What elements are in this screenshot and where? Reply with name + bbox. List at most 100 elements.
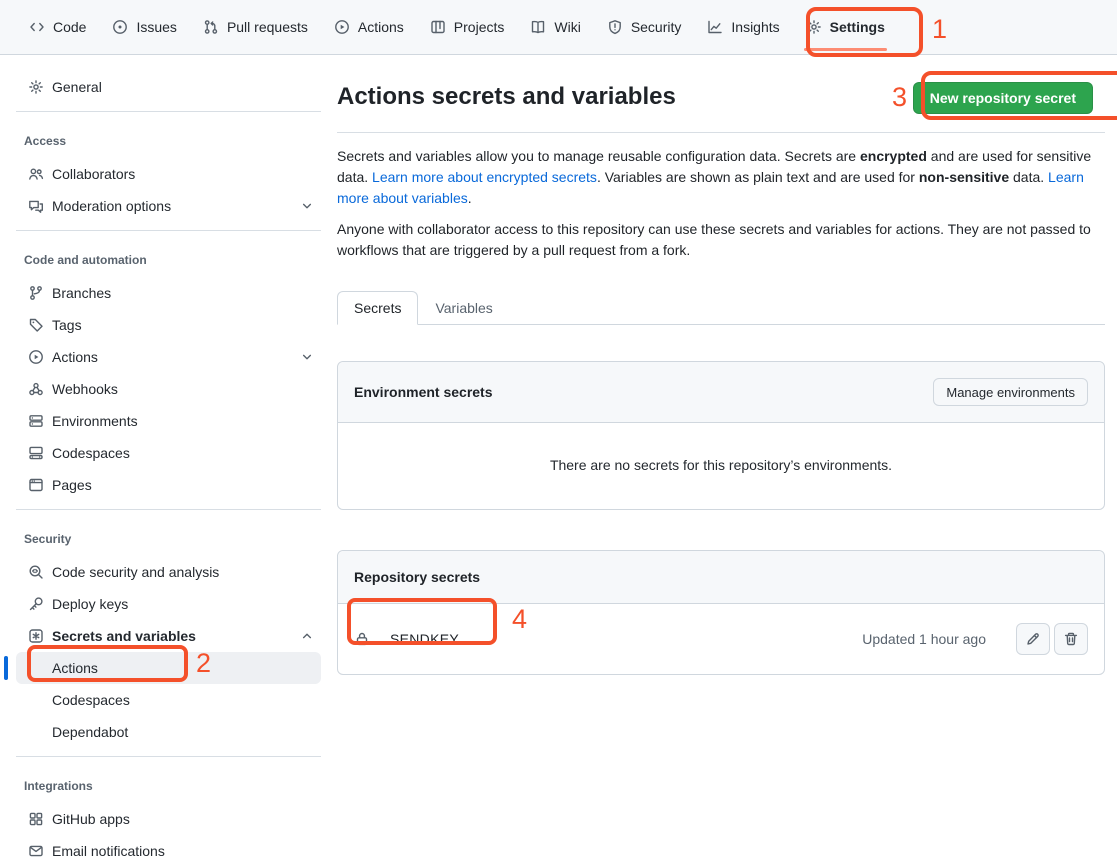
tab-actions[interactable]: Actions [326, 0, 412, 54]
sidebar-item-label: Environments [52, 413, 138, 429]
sidebar-item-label: General [52, 79, 102, 95]
intro-text: data. [1009, 169, 1048, 185]
pencil-icon [1025, 631, 1041, 647]
intro-text: . Variables are shown as plain text and … [597, 169, 919, 185]
intro-text: . [468, 190, 472, 206]
page-title: Actions secrets and variables [337, 82, 676, 112]
intro-bold-encrypted: encrypted [860, 148, 927, 164]
sidebar-item-secrets-dependabot[interactable]: Dependabot [16, 716, 321, 748]
tab-security-label: Security [631, 19, 682, 35]
sidebar-item-label: Tags [52, 317, 82, 333]
apps-grid-icon [28, 811, 44, 827]
lock-icon [354, 631, 370, 647]
sidebar-item-pages[interactable]: Pages [16, 469, 321, 501]
tab-secrets[interactable]: Secrets [337, 291, 418, 325]
secret-updated-timestamp: Updated 1 hour ago [862, 631, 986, 647]
sidebar-item-github-apps[interactable]: GitHub apps [16, 803, 321, 835]
book-icon [530, 19, 546, 35]
tab-settings[interactable]: Settings [798, 0, 893, 54]
sidebar-item-secrets-actions[interactable]: Actions [16, 652, 321, 684]
tab-insights-label: Insights [731, 19, 779, 35]
sidebar-item-environments[interactable]: Environments [16, 405, 321, 437]
sidebar-item-deploy-keys[interactable]: Deploy keys [16, 588, 321, 620]
sidebar-item-code-security[interactable]: Code security and analysis [16, 556, 321, 588]
sidebar-divider [16, 230, 321, 231]
tab-projects[interactable]: Projects [422, 0, 513, 54]
intro-paragraph-2: Anyone with collaborator access to this … [337, 219, 1105, 261]
tab-pull-requests-label: Pull requests [227, 19, 308, 35]
tab-pull-requests[interactable]: Pull requests [195, 0, 316, 54]
people-icon [28, 166, 44, 182]
sidebar-item-tags[interactable]: Tags [16, 309, 321, 341]
secrets-variables-tabnav: Secrets Variables [337, 291, 1105, 325]
discussion-icon [28, 198, 44, 214]
sidebar-item-label: GitHub apps [52, 811, 130, 827]
sidebar-divider [16, 756, 321, 757]
sidebar-item-label: Deploy keys [52, 596, 128, 612]
sidebar-divider [16, 111, 321, 112]
learn-more-encrypted-secrets-link[interactable]: Learn more about encrypted secrets [372, 169, 597, 185]
settings-sidebar: General Access Collaborators Moderation … [0, 55, 337, 867]
server-icon [28, 413, 44, 429]
tab-security[interactable]: Security [599, 0, 690, 54]
sidebar-item-branches[interactable]: Branches [16, 277, 321, 309]
secret-name: SENDKEY [390, 631, 459, 647]
shield-icon [607, 19, 623, 35]
new-repository-secret-button[interactable]: New repository secret [913, 82, 1093, 114]
delete-secret-button[interactable] [1054, 623, 1088, 655]
tab-issues[interactable]: Issues [104, 0, 184, 54]
repo-tab-nav: Code Issues Pull requests Actions Projec… [0, 0, 1117, 55]
tab-code-label: Code [53, 19, 86, 35]
key-icon [28, 596, 44, 612]
git-pull-request-icon [203, 19, 219, 35]
sidebar-item-label: Secrets and variables [52, 628, 196, 644]
chevron-down-icon [301, 200, 313, 212]
environment-secrets-box: Environment secrets Manage environments … [337, 361, 1105, 510]
sidebar-item-label: Pages [52, 477, 92, 493]
play-circle-icon [334, 19, 350, 35]
sidebar-divider [16, 509, 321, 510]
repository-secrets-box: Repository secrets SENDKEY Updated 1 hou… [337, 550, 1105, 675]
gear-icon [806, 19, 822, 35]
repository-secrets-title: Repository secrets [354, 569, 480, 585]
manage-environments-button[interactable]: Manage environments [933, 378, 1088, 406]
sidebar-item-secrets-variables[interactable]: Secrets and variables [16, 620, 321, 652]
tab-issues-label: Issues [136, 19, 176, 35]
sidebar-item-label: Moderation options [52, 198, 171, 214]
sidebar-item-general[interactable]: General [16, 71, 321, 103]
sidebar-section-integrations: Integrations [16, 765, 321, 803]
tag-icon [28, 317, 44, 333]
tab-settings-label: Settings [830, 19, 885, 35]
intro-text: Secrets and variables allow you to manag… [337, 148, 860, 164]
play-circle-icon [28, 349, 44, 365]
sidebar-section-code-automation: Code and automation [16, 239, 321, 277]
intro-paragraph-1: Secrets and variables allow you to manag… [337, 146, 1105, 209]
tab-wiki[interactable]: Wiki [522, 0, 588, 54]
sidebar-item-actions[interactable]: Actions [16, 341, 321, 373]
sidebar-item-label: Actions [52, 660, 98, 676]
sidebar-item-label: Email notifications [52, 843, 165, 859]
tab-wiki-label: Wiki [554, 19, 580, 35]
sidebar-item-codespaces[interactable]: Codespaces [16, 437, 321, 469]
git-branch-icon [28, 285, 44, 301]
edit-secret-button[interactable] [1016, 623, 1050, 655]
sidebar-section-security: Security [16, 518, 321, 556]
secret-row-sendkey: SENDKEY Updated 1 hour ago [338, 604, 1104, 674]
sidebar-item-collaborators[interactable]: Collaborators [16, 158, 321, 190]
webhook-icon [28, 381, 44, 397]
sidebar-item-label: Codespaces [52, 445, 130, 461]
sidebar-item-moderation-options[interactable]: Moderation options [16, 190, 321, 222]
sidebar-item-label: Branches [52, 285, 111, 301]
sidebar-item-webhooks[interactable]: Webhooks [16, 373, 321, 405]
codescan-icon [28, 564, 44, 580]
title-divider [337, 132, 1105, 133]
intro-bold-non-sensitive: non-sensitive [919, 169, 1009, 185]
tab-variables[interactable]: Variables [418, 291, 509, 325]
tab-insights[interactable]: Insights [699, 0, 787, 54]
codespaces-icon [28, 445, 44, 461]
github-settings-page: Code Issues Pull requests Actions Projec… [0, 0, 1117, 867]
sidebar-item-email-notifications[interactable]: Email notifications [16, 835, 321, 867]
code-icon [29, 19, 45, 35]
tab-code[interactable]: Code [21, 0, 94, 54]
sidebar-item-secrets-codespaces[interactable]: Codespaces [16, 684, 321, 716]
